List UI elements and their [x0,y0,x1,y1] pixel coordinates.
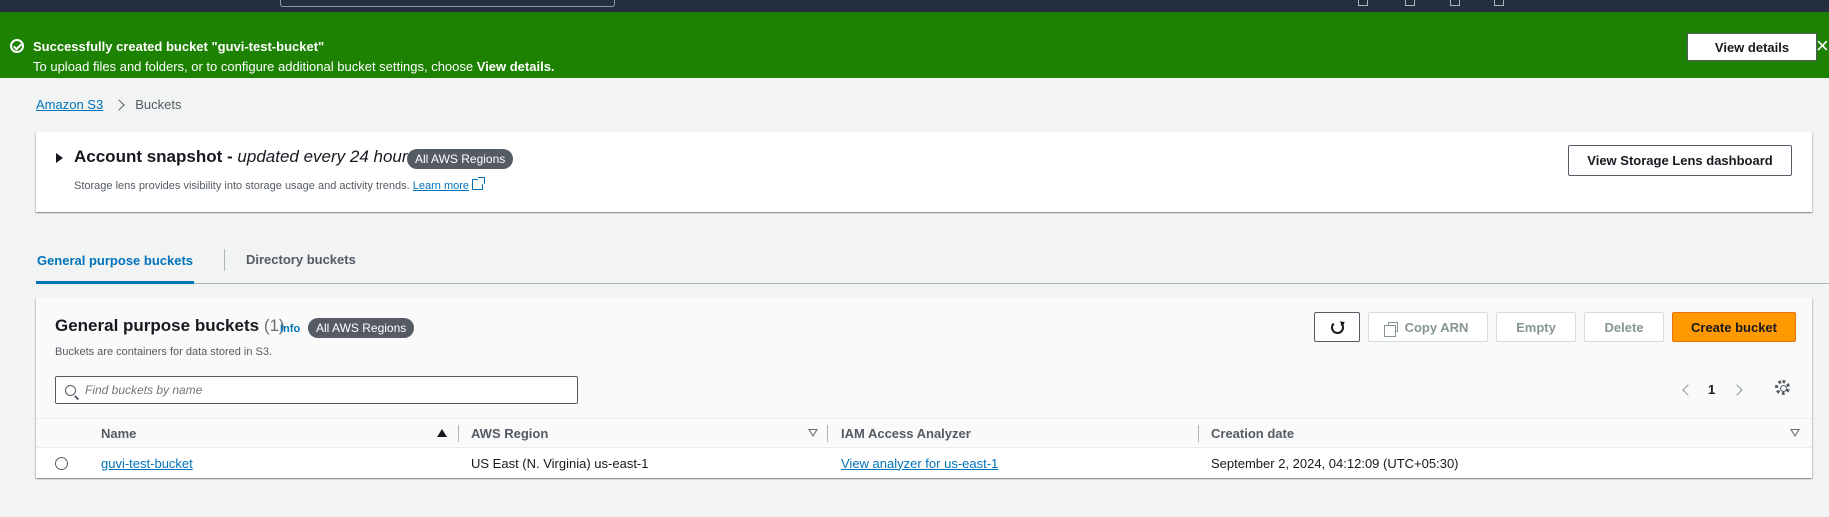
row-select-radio[interactable] [55,457,68,470]
pagination: 1 [1682,382,1743,397]
column-resizer[interactable] [827,425,828,442]
refresh-icon [1330,320,1344,334]
chevron-right-icon[interactable] [1731,383,1743,396]
table-row: guvi-test-bucket US East (N. Virginia) u… [36,448,1812,478]
global-search-field[interactable] [280,0,615,7]
search-icon [65,384,76,396]
delete-button: Delete [1584,312,1664,342]
expand-caret-icon[interactable] [56,153,63,163]
regions-badge: All AWS Regions [407,149,514,169]
close-icon[interactable]: × [1816,34,1829,58]
column-resizer[interactable] [458,425,459,442]
buckets-panel: General purpose buckets (1) Info All AWS… [36,298,1812,478]
chevron-right-icon [113,98,125,111]
page-number[interactable]: 1 [1708,382,1715,397]
notifications-icon[interactable] [1405,0,1415,6]
tab-divider [224,249,225,271]
cloudshell-icon[interactable] [1358,0,1368,6]
cell-analyzer: View analyzer for us-east-1 [841,448,998,478]
tab-general-purpose-buckets[interactable]: General purpose buckets [36,236,194,284]
sort-icon[interactable] [808,429,818,437]
column-header-creation-date[interactable]: Creation date [1211,419,1294,448]
panel-title-text: General purpose buckets [55,316,260,335]
copy-arn-button: Copy ARN [1368,312,1488,342]
column-header-analyzer[interactable]: IAM Access Analyzer [841,419,971,448]
info-link[interactable]: Info [280,323,300,335]
panel-title: General purpose buckets (1) [55,316,285,336]
view-storage-lens-button[interactable]: View Storage Lens dashboard [1568,145,1792,176]
sort-ascending-icon[interactable] [437,429,447,437]
bucket-type-tabs: General purpose buckets Directory bucket… [36,236,1829,284]
flash-desc-bold: View details. [476,59,555,74]
empty-button: Empty [1496,312,1576,342]
table-header: Name AWS Region IAM Access Analyzer Crea… [36,418,1812,448]
bucket-name-link[interactable]: guvi-test-bucket [101,456,193,471]
success-check-icon [10,39,24,53]
breadcrumb-amazon-s3[interactable]: Amazon S3 [36,97,103,112]
flash-description: To upload files and folders, or to confi… [33,59,555,74]
cell-creation-date: September 2, 2024, 04:12:09 (UTC+05:30) [1211,455,1459,471]
find-buckets-search[interactable] [55,376,578,404]
refresh-button[interactable] [1314,312,1360,342]
account-snapshot-panel: Account snapshot - updated every 24 hour… [36,132,1812,212]
gear-icon[interactable] [1775,380,1790,395]
copy-icon [1383,322,1398,337]
snapshot-subtitle: Storage lens provides visibility into st… [74,177,486,192]
column-header-region[interactable]: AWS Region [471,419,548,448]
regions-badge: All AWS Regions [308,318,415,338]
help-icon[interactable] [1450,0,1460,6]
chevron-left-icon[interactable] [1682,383,1694,396]
flash-desc-text: To upload files and folders, or to confi… [33,59,477,74]
breadcrumb: Amazon S3 Buckets [36,97,181,112]
sort-icon[interactable] [1790,429,1800,437]
cell-name: guvi-test-bucket [101,448,193,478]
view-analyzer-link[interactable]: View analyzer for us-east-1 [841,456,998,471]
buckets-panel-header: General purpose buckets (1) Info All AWS… [36,298,1812,418]
learn-more-link[interactable]: Learn more [413,180,469,192]
tab-directory-buckets[interactable]: Directory buckets [246,236,356,283]
panel-description: Buckets are containers for data stored i… [55,346,273,358]
top-navigation-bar [0,0,1829,12]
copy-arn-label: Copy ARN [1404,319,1469,335]
create-bucket-button[interactable]: Create bucket [1672,312,1796,342]
flash-title: Successfully created bucket "guvi-test-b… [33,39,325,54]
search-input[interactable] [85,383,565,397]
cell-region: US East (N. Virginia) us-east-1 [471,455,649,471]
snapshot-subtitle-text: Storage lens provides visibility into st… [74,180,410,192]
settings-icon[interactable] [1494,0,1504,6]
success-flash-banner: Successfully created bucket "guvi-test-b… [0,12,1829,78]
view-details-button[interactable]: View details [1687,33,1817,61]
snapshot-title-italic: updated every 24 hours [237,147,417,166]
account-snapshot-heading[interactable]: Account snapshot - updated every 24 hour… [74,147,416,167]
column-resizer[interactable] [1198,425,1199,442]
column-header-name[interactable]: Name [101,419,136,448]
breadcrumb-buckets: Buckets [135,97,182,112]
external-link-icon [472,177,486,190]
snapshot-title: Account snapshot - [74,147,238,166]
